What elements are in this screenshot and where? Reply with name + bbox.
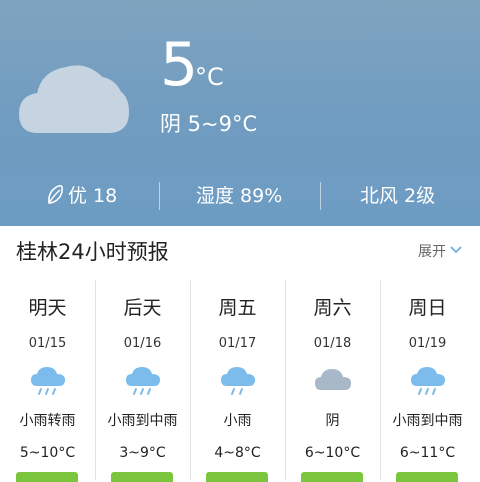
chevron-down-icon bbox=[450, 246, 462, 254]
aqi-bar bbox=[111, 472, 173, 482]
day-name: 后天 bbox=[123, 297, 162, 319]
temperature-unit: °C bbox=[195, 63, 224, 91]
air-quality: 优 18 bbox=[46, 178, 117, 214]
leaf-icon bbox=[48, 185, 63, 204]
current-condition: 阴 5~9°C bbox=[160, 112, 258, 136]
day-condition: 小雨到中雨 bbox=[107, 413, 178, 429]
day-condition: 小雨到中雨 bbox=[392, 413, 463, 429]
humidity: 湿度 89% bbox=[196, 185, 283, 207]
overcast-cloud-icon bbox=[315, 369, 351, 390]
cloud-moon-icon bbox=[18, 40, 134, 133]
day-date: 01/17 bbox=[218, 336, 257, 351]
day-name: 周五 bbox=[218, 297, 257, 319]
day-name: 明天 bbox=[28, 297, 67, 319]
divider bbox=[320, 182, 321, 210]
expand-button[interactable]: 展开 bbox=[418, 241, 462, 263]
forecast-list: 明天 01/15 小雨转雨 5~10°C 后天 01/16 小雨到中雨 3~9°… bbox=[0, 280, 480, 482]
rain-cloud-icon bbox=[221, 367, 255, 395]
day-name: 周日 bbox=[408, 297, 447, 319]
day-date: 01/18 bbox=[313, 336, 352, 351]
day-date: 01/15 bbox=[28, 336, 67, 351]
divider bbox=[159, 182, 160, 210]
day-name: 周六 bbox=[313, 297, 352, 319]
current-weather-panel: 5 °C 阴 5~9°C 优 18 湿度 89% 北风 2级 bbox=[0, 0, 480, 226]
forecast-day[interactable]: 明天 01/15 小雨转雨 5~10°C bbox=[0, 280, 96, 482]
aqi-bar bbox=[206, 472, 268, 482]
aqi-bar bbox=[16, 472, 78, 482]
day-temperature: 6~10°C bbox=[304, 445, 361, 461]
day-temperature: 6~11°C bbox=[399, 445, 456, 461]
day-condition: 阴 bbox=[325, 413, 340, 429]
weather-stats: 优 18 湿度 89% 北风 2级 bbox=[0, 178, 480, 214]
day-condition: 小雨 bbox=[223, 413, 252, 429]
day-condition: 小雨转雨 bbox=[19, 413, 76, 429]
forecast-title: 桂林24小时预报 bbox=[16, 240, 169, 264]
forecast-day[interactable]: 周五 01/17 小雨 4~8°C bbox=[190, 280, 286, 482]
aqi-bar bbox=[301, 472, 363, 482]
wind: 北风 2级 bbox=[360, 185, 436, 207]
aqi-bar bbox=[396, 472, 458, 482]
day-temperature: 5~10°C bbox=[19, 445, 76, 461]
forecast-header: 桂林24小时预报 展开 bbox=[0, 226, 480, 281]
rain-cloud-icon bbox=[31, 367, 65, 395]
aqi-value: 优 18 bbox=[68, 185, 118, 207]
rain-cloud-icon bbox=[411, 367, 445, 395]
day-temperature: 3~9°C bbox=[119, 445, 166, 461]
expand-label: 展开 bbox=[418, 244, 446, 260]
day-date: 01/16 bbox=[123, 336, 162, 351]
forecast-day[interactable]: 后天 01/16 小雨到中雨 3~9°C bbox=[95, 280, 191, 482]
rain-cloud-icon bbox=[126, 367, 160, 395]
forecast-day[interactable]: 周六 01/18 阴 6~10°C bbox=[285, 280, 381, 482]
day-temperature: 4~8°C bbox=[214, 445, 261, 461]
forecast-day[interactable]: 周日 01/19 小雨到中雨 6~11°C bbox=[380, 280, 475, 482]
day-date: 01/19 bbox=[408, 336, 447, 351]
current-temperature: 5 bbox=[160, 30, 199, 100]
